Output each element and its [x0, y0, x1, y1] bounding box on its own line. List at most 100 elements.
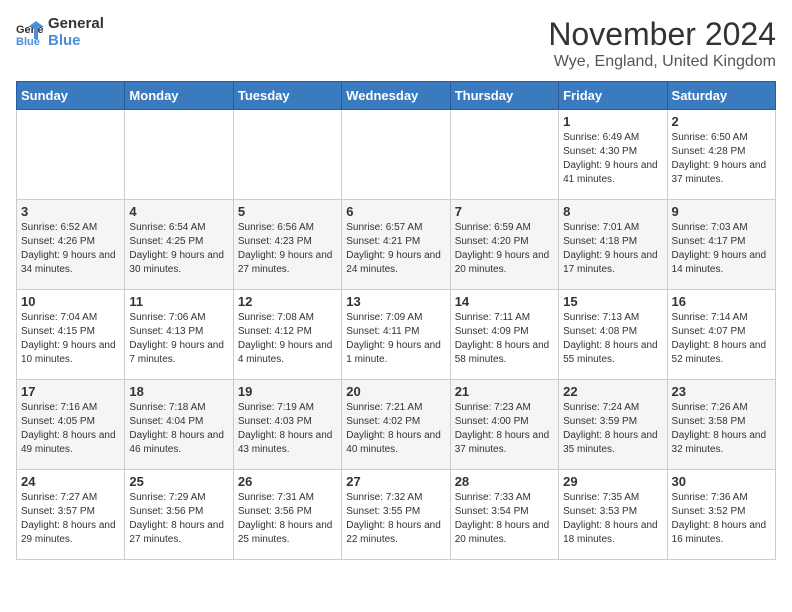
- day-cell: 20 Sunrise: 7:21 AM Sunset: 4:02 PM Dayli…: [342, 380, 450, 470]
- day-number: 13: [346, 294, 445, 309]
- week-row-0: 1 Sunrise: 6:49 AM Sunset: 4:30 PM Daylig…: [17, 110, 776, 200]
- day-header-friday: Friday: [559, 82, 667, 110]
- day-number: 16: [672, 294, 771, 309]
- day-header-wednesday: Wednesday: [342, 82, 450, 110]
- day-info: Sunrise: 6:50 AM Sunset: 4:28 PM Dayligh…: [672, 131, 771, 187]
- week-row-4: 24Sunrise: 7:27 AM Sunset: 3:57 PM Dayli…: [17, 470, 776, 560]
- day-number: 25: [129, 474, 228, 489]
- day-cell: 23 Sunrise: 7:26 AM Sunset: 3:58 PM Dayli…: [667, 380, 775, 470]
- day-number: 20: [346, 384, 445, 399]
- day-cell: 5 Sunrise: 6:56 AM Sunset: 4:23 PM Daylig…: [233, 200, 341, 290]
- logo-icon: General Blue: [16, 19, 44, 47]
- day-cell: 10 Sunrise: 7:04 AM Sunset: 4:15 PM Dayli…: [17, 290, 125, 380]
- logo: General Blue General Blue: [16, 16, 104, 49]
- logo-blue-text: Blue: [48, 33, 104, 50]
- day-number: 26: [238, 474, 337, 489]
- day-cell: 18 Sunrise: 7:18 AM Sunset: 4:04 PM Dayli…: [125, 380, 233, 470]
- day-info: Sunrise: 7:23 AM Sunset: 4:00 PM Dayligh…: [455, 401, 554, 457]
- day-info: Sunrise: 7:18 AM Sunset: 4:04 PM Dayligh…: [129, 401, 228, 457]
- day-number: 21: [455, 384, 554, 399]
- header: General Blue General Blue November 2024 …: [16, 16, 776, 71]
- day-info: Sunrise: 7:13 AM Sunset: 4:08 PM Dayligh…: [563, 311, 662, 367]
- day-cell: [342, 110, 450, 200]
- week-row-2: 10 Sunrise: 7:04 AM Sunset: 4:15 PM Dayli…: [17, 290, 776, 380]
- day-number: 28: [455, 474, 554, 489]
- day-info: Sunrise: 7:06 AM Sunset: 4:13 PM Dayligh…: [129, 311, 228, 367]
- day-number: 29: [563, 474, 662, 489]
- day-cell: 30 Sunrise: 7:36 AM Sunset: 3:52 PM Dayli…: [667, 470, 775, 560]
- day-cell: 7Sunrise: 6:59 AM Sunset: 4:20 PM Daylig…: [450, 200, 558, 290]
- day-number: 14: [455, 294, 554, 309]
- day-info: Sunrise: 6:56 AM Sunset: 4:23 PM Dayligh…: [238, 221, 337, 277]
- day-cell: 1 Sunrise: 6:49 AM Sunset: 4:30 PM Daylig…: [559, 110, 667, 200]
- day-info: Sunrise: 7:31 AM Sunset: 3:56 PM Dayligh…: [238, 491, 337, 547]
- day-cell: 4 Sunrise: 6:54 AM Sunset: 4:25 PM Daylig…: [125, 200, 233, 290]
- day-cell: 3Sunrise: 6:52 AM Sunset: 4:26 PM Daylig…: [17, 200, 125, 290]
- day-cell: 26 Sunrise: 7:31 AM Sunset: 3:56 PM Dayli…: [233, 470, 341, 560]
- day-cell: 28 Sunrise: 7:33 AM Sunset: 3:54 PM Dayli…: [450, 470, 558, 560]
- day-cell: 27 Sunrise: 7:32 AM Sunset: 3:55 PM Dayli…: [342, 470, 450, 560]
- day-cell: 22 Sunrise: 7:24 AM Sunset: 3:59 PM Dayli…: [559, 380, 667, 470]
- day-number: 22: [563, 384, 662, 399]
- day-info: Sunrise: 7:26 AM Sunset: 3:58 PM Dayligh…: [672, 401, 771, 457]
- day-number: 27: [346, 474, 445, 489]
- day-info: Sunrise: 7:04 AM Sunset: 4:15 PM Dayligh…: [21, 311, 120, 367]
- day-cell: [233, 110, 341, 200]
- day-info: Sunrise: 7:35 AM Sunset: 3:53 PM Dayligh…: [563, 491, 662, 547]
- day-info: Sunrise: 7:21 AM Sunset: 4:02 PM Dayligh…: [346, 401, 445, 457]
- day-number: 18: [129, 384, 228, 399]
- day-info: Sunrise: 7:33 AM Sunset: 3:54 PM Dayligh…: [455, 491, 554, 547]
- day-info: Sunrise: 7:27 AM Sunset: 3:57 PM Dayligh…: [21, 491, 120, 547]
- day-info: Sunrise: 7:03 AM Sunset: 4:17 PM Dayligh…: [672, 221, 771, 277]
- day-info: Sunrise: 7:11 AM Sunset: 4:09 PM Dayligh…: [455, 311, 554, 367]
- day-cell: 25 Sunrise: 7:29 AM Sunset: 3:56 PM Dayli…: [125, 470, 233, 560]
- day-info: Sunrise: 7:09 AM Sunset: 4:11 PM Dayligh…: [346, 311, 445, 367]
- day-info: Sunrise: 7:14 AM Sunset: 4:07 PM Dayligh…: [672, 311, 771, 367]
- month-title: November 2024: [548, 16, 776, 53]
- day-number: 17: [21, 384, 120, 399]
- day-number: 11: [129, 294, 228, 309]
- day-cell: [125, 110, 233, 200]
- day-cell: 14 Sunrise: 7:11 AM Sunset: 4:09 PM Dayli…: [450, 290, 558, 380]
- day-number: 6: [346, 204, 445, 219]
- location-title: Wye, England, United Kingdom: [548, 53, 776, 71]
- day-cell: 19 Sunrise: 7:19 AM Sunset: 4:03 PM Dayli…: [233, 380, 341, 470]
- day-number: 4: [129, 204, 228, 219]
- day-info: Sunrise: 7:29 AM Sunset: 3:56 PM Dayligh…: [129, 491, 228, 547]
- day-cell: 16 Sunrise: 7:14 AM Sunset: 4:07 PM Dayli…: [667, 290, 775, 380]
- day-number: 15: [563, 294, 662, 309]
- day-number: 23: [672, 384, 771, 399]
- day-number: 1: [563, 114, 662, 129]
- header-row: SundayMondayTuesdayWednesdayThursdayFrid…: [17, 82, 776, 110]
- day-info: Sunrise: 7:32 AM Sunset: 3:55 PM Dayligh…: [346, 491, 445, 547]
- day-info: Sunrise: 7:36 AM Sunset: 3:52 PM Dayligh…: [672, 491, 771, 547]
- day-number: 9: [672, 204, 771, 219]
- day-cell: 17 Sunrise: 7:16 AM Sunset: 4:05 PM Dayli…: [17, 380, 125, 470]
- logo-general-text: General: [48, 16, 104, 33]
- day-info: Sunrise: 6:52 AM Sunset: 4:26 PM Dayligh…: [21, 221, 120, 277]
- week-row-3: 17 Sunrise: 7:16 AM Sunset: 4:05 PM Dayli…: [17, 380, 776, 470]
- day-info: Sunrise: 7:16 AM Sunset: 4:05 PM Dayligh…: [21, 401, 120, 457]
- day-number: 5: [238, 204, 337, 219]
- day-cell: 29 Sunrise: 7:35 AM Sunset: 3:53 PM Dayli…: [559, 470, 667, 560]
- day-cell: 11 Sunrise: 7:06 AM Sunset: 4:13 PM Dayli…: [125, 290, 233, 380]
- week-row-1: 3Sunrise: 6:52 AM Sunset: 4:26 PM Daylig…: [17, 200, 776, 290]
- day-header-saturday: Saturday: [667, 82, 775, 110]
- day-header-sunday: Sunday: [17, 82, 125, 110]
- day-number: 19: [238, 384, 337, 399]
- day-info: Sunrise: 6:54 AM Sunset: 4:25 PM Dayligh…: [129, 221, 228, 277]
- day-cell: 6 Sunrise: 6:57 AM Sunset: 4:21 PM Daylig…: [342, 200, 450, 290]
- day-info: Sunrise: 7:24 AM Sunset: 3:59 PM Dayligh…: [563, 401, 662, 457]
- day-cell: 13 Sunrise: 7:09 AM Sunset: 4:11 PM Dayli…: [342, 290, 450, 380]
- day-cell: 2 Sunrise: 6:50 AM Sunset: 4:28 PM Daylig…: [667, 110, 775, 200]
- day-number: 10: [21, 294, 120, 309]
- day-cell: 8Sunrise: 7:01 AM Sunset: 4:18 PM Daylig…: [559, 200, 667, 290]
- day-cell: [450, 110, 558, 200]
- day-header-thursday: Thursday: [450, 82, 558, 110]
- day-number: 12: [238, 294, 337, 309]
- day-info: Sunrise: 6:57 AM Sunset: 4:21 PM Dayligh…: [346, 221, 445, 277]
- day-number: 30: [672, 474, 771, 489]
- day-number: 2: [672, 114, 771, 129]
- day-info: Sunrise: 7:19 AM Sunset: 4:03 PM Dayligh…: [238, 401, 337, 457]
- day-info: Sunrise: 6:49 AM Sunset: 4:30 PM Dayligh…: [563, 131, 662, 187]
